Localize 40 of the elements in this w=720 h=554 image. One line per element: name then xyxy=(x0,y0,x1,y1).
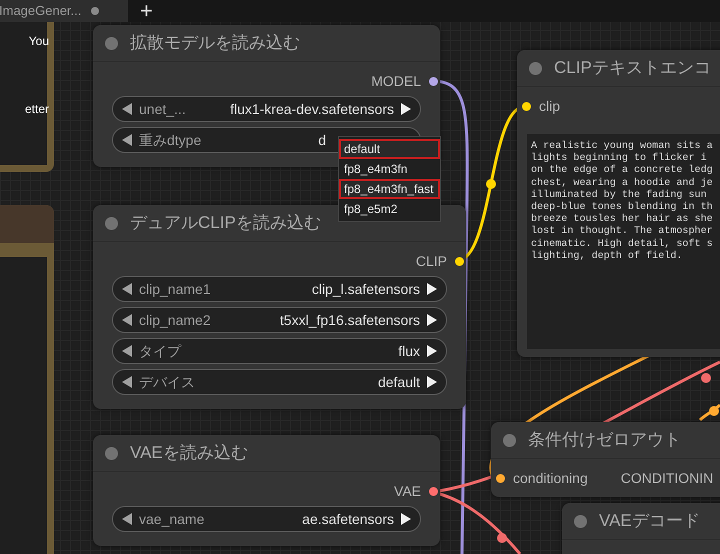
node-title: VAEを読み込む xyxy=(130,442,248,464)
dropdown-field[interactable]: unet_... flux1-krea-dev.safetensors xyxy=(112,96,421,122)
left-arrow-icon[interactable] xyxy=(121,134,133,146)
dropdown-field[interactable]: clip_name1 clip_l.safetensors xyxy=(112,276,447,302)
note-text: etter xyxy=(24,101,49,118)
left-arrow-icon[interactable] xyxy=(121,376,133,388)
note-text: You xyxy=(28,33,49,50)
port-label: VAE xyxy=(394,482,421,500)
dropdown-field[interactable]: clip_name2 t5xxl_fp16.safetensors xyxy=(112,307,447,333)
left-arrow-icon[interactable] xyxy=(121,314,133,326)
dropdown-field[interactable]: vae_name ae.safetensors xyxy=(112,506,421,532)
port-label: clip xyxy=(539,96,560,116)
left-arrow-icon[interactable] xyxy=(121,345,133,357)
dropdown-field[interactable]: デバイス default xyxy=(112,369,447,395)
workflow-tab[interactable]: ImageGener... xyxy=(0,0,128,22)
dropdown-option[interactable]: default xyxy=(339,139,440,159)
dropdown-option[interactable]: fp8_e5m2 xyxy=(339,199,440,219)
right-arrow-icon[interactable] xyxy=(400,103,412,115)
right-arrow-icon[interactable] xyxy=(426,314,438,326)
port-label: MODEL xyxy=(371,72,421,90)
tab-title: ImageGener... xyxy=(0,2,82,20)
right-arrow-icon[interactable] xyxy=(400,513,412,525)
dropdown-field[interactable]: タイプ flux xyxy=(112,338,447,364)
port-label: conditioning xyxy=(513,468,588,488)
node-title: CLIPテキストエンコ xyxy=(554,57,711,80)
dropdown-option[interactable]: fp8_e4m3fn_fast xyxy=(339,179,440,199)
left-arrow-icon[interactable] xyxy=(121,283,133,295)
port-label: CONDITIONIN xyxy=(620,468,714,488)
port-label: CLIP xyxy=(416,252,447,270)
right-arrow-icon[interactable] xyxy=(426,376,438,388)
node-title: VAEデコード xyxy=(599,510,700,532)
node-title: 条件付けゼロアウト xyxy=(528,429,681,452)
right-arrow-icon[interactable] xyxy=(426,345,438,357)
prompt-text-area[interactable]: A realistic young woman sits a lights beginning to flicker i on the edge of a concrete ledg chest, wearing a hoodie and je illuminated by the fading sun deep-blue tones blending in th breeze tousles her hair as she lost in thought. The atmospher cinematic. High detail, soft s lighting, depth of field. xyxy=(527,134,720,349)
dropdown-option[interactable]: fp8_e4m3fn xyxy=(339,159,440,179)
new-tab-button[interactable]: + xyxy=(138,0,155,22)
left-arrow-icon[interactable] xyxy=(121,513,133,525)
node-title: 拡散モデルを読み込む xyxy=(130,32,300,54)
right-arrow-icon[interactable] xyxy=(426,283,438,295)
left-arrow-icon[interactable] xyxy=(121,103,133,115)
